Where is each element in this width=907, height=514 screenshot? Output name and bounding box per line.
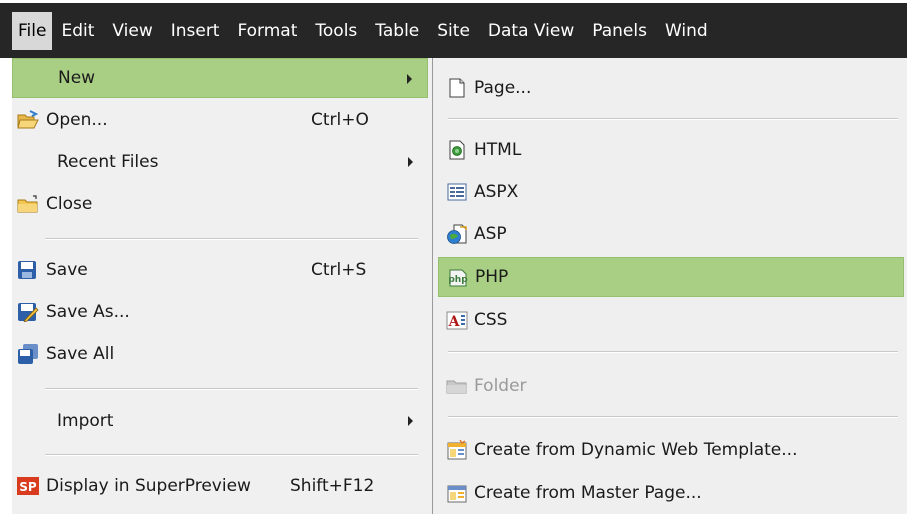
folder-icon — [446, 376, 468, 396]
submenu-item-label: Page... — [474, 78, 532, 98]
aspx-icon — [446, 182, 468, 202]
menu-item-close[interactable]: Close — [12, 184, 428, 224]
menu-item-label: Import — [57, 411, 114, 431]
menu-edit[interactable]: Edit — [52, 12, 103, 50]
menu-item-label: Save As... — [46, 302, 130, 322]
submenu-arrow-icon — [408, 416, 413, 426]
submenu-arrow-icon — [408, 157, 413, 167]
php-icon: php — [447, 268, 469, 288]
menu-separator — [45, 454, 418, 456]
svg-text:SP: SP — [19, 480, 37, 494]
submenu-item-css[interactable]: A CSS — [438, 300, 904, 340]
menu-item-shortcut: Shift+F12 — [290, 476, 375, 496]
menu-item-superpreview[interactable]: SP Display in SuperPreview Shift+F12 — [12, 466, 428, 506]
menu-gutter — [0, 58, 12, 514]
menu-item-label: Recent Files — [57, 152, 159, 172]
menu-item-open[interactable]: Open... Ctrl+O — [12, 100, 428, 140]
submenu-item-label: CSS — [474, 310, 508, 330]
close-folder-icon — [17, 194, 39, 214]
menu-insert[interactable]: Insert — [162, 12, 229, 50]
menu-bar: File Edit View Insert Format Tools Table… — [0, 0, 907, 58]
menu-separator — [45, 238, 418, 240]
menu-item-shortcut: Ctrl+S — [311, 260, 367, 280]
save-all-icon — [17, 344, 39, 364]
svg-text:A: A — [448, 314, 461, 330]
menu-table[interactable]: Table — [366, 12, 428, 50]
menu-item-save-all[interactable]: Save All — [12, 334, 428, 374]
menu-item-label: Open... — [46, 110, 108, 130]
submenu-arrow-icon — [407, 74, 412, 84]
save-icon — [17, 260, 39, 280]
menu-item-label: Save — [46, 260, 88, 280]
superpreview-icon: SP — [17, 476, 39, 496]
menu-item-label: New — [58, 68, 96, 88]
menu-separator — [448, 416, 898, 418]
submenu-item-label: HTML — [474, 140, 522, 160]
submenu-item-master-page[interactable]: Create from Master Page... — [438, 473, 904, 513]
submenu-item-dwt[interactable]: Create from Dynamic Web Template... — [438, 430, 904, 470]
master-page-icon — [446, 483, 468, 503]
menu-panels[interactable]: Panels — [583, 12, 656, 50]
html-icon — [446, 140, 468, 160]
open-folder-icon — [17, 110, 39, 130]
page-icon — [446, 78, 468, 98]
menu-item-save[interactable]: Save Ctrl+S — [12, 250, 428, 290]
submenu-item-php[interactable]: php PHP — [438, 257, 904, 297]
menu-view[interactable]: View — [103, 12, 161, 50]
new-submenu: Page... HTML ASPX ASP php PHP A CSS Fold… — [432, 58, 907, 514]
file-menu: New Open... Ctrl+O Recent Files Close Sa… — [0, 58, 432, 514]
menu-separator — [448, 118, 898, 120]
submenu-item-asp[interactable]: ASP — [438, 214, 904, 254]
css-icon: A — [446, 310, 468, 330]
editor-window: File Edit View Insert Format Tools Table… — [0, 0, 907, 514]
menu-item-import[interactable]: Import — [12, 401, 428, 441]
submenu-item-page[interactable]: Page... — [438, 68, 904, 108]
dwt-icon — [446, 440, 468, 460]
submenu-item-label: PHP — [475, 267, 509, 287]
menu-tools[interactable]: Tools — [306, 12, 366, 50]
menu-format[interactable]: Format — [228, 12, 306, 50]
menu-file[interactable]: File — [12, 11, 53, 50]
submenu-item-label: Create from Dynamic Web Template... — [474, 440, 798, 460]
submenu-item-html[interactable]: HTML — [438, 130, 904, 170]
menu-separator — [448, 351, 898, 353]
menu-item-label: Display in SuperPreview — [46, 476, 251, 496]
menu-item-label: Save All — [46, 344, 115, 364]
menu-data-view[interactable]: Data View — [479, 12, 583, 50]
svg-text:php: php — [448, 275, 468, 285]
menu-separator — [45, 388, 418, 390]
menu-item-recent-files[interactable]: Recent Files — [12, 142, 428, 182]
menu-window[interactable]: Wind — [656, 12, 717, 50]
submenu-item-label: ASP — [474, 224, 507, 244]
menu-item-label: Close — [46, 194, 93, 214]
menu-item-save-as[interactable]: Save As... — [12, 292, 428, 332]
menu-item-shortcut: Ctrl+O — [311, 110, 369, 130]
submenu-item-label: ASPX — [474, 182, 519, 202]
submenu-item-label: Create from Master Page... — [474, 483, 702, 503]
submenu-item-folder[interactable]: Folder — [438, 366, 904, 406]
menu-site[interactable]: Site — [428, 12, 479, 50]
asp-icon — [446, 224, 468, 244]
menu-item-new[interactable]: New — [12, 58, 428, 98]
save-as-icon — [17, 302, 39, 322]
submenu-item-aspx[interactable]: ASPX — [438, 172, 904, 212]
submenu-item-label: Folder — [474, 376, 527, 396]
